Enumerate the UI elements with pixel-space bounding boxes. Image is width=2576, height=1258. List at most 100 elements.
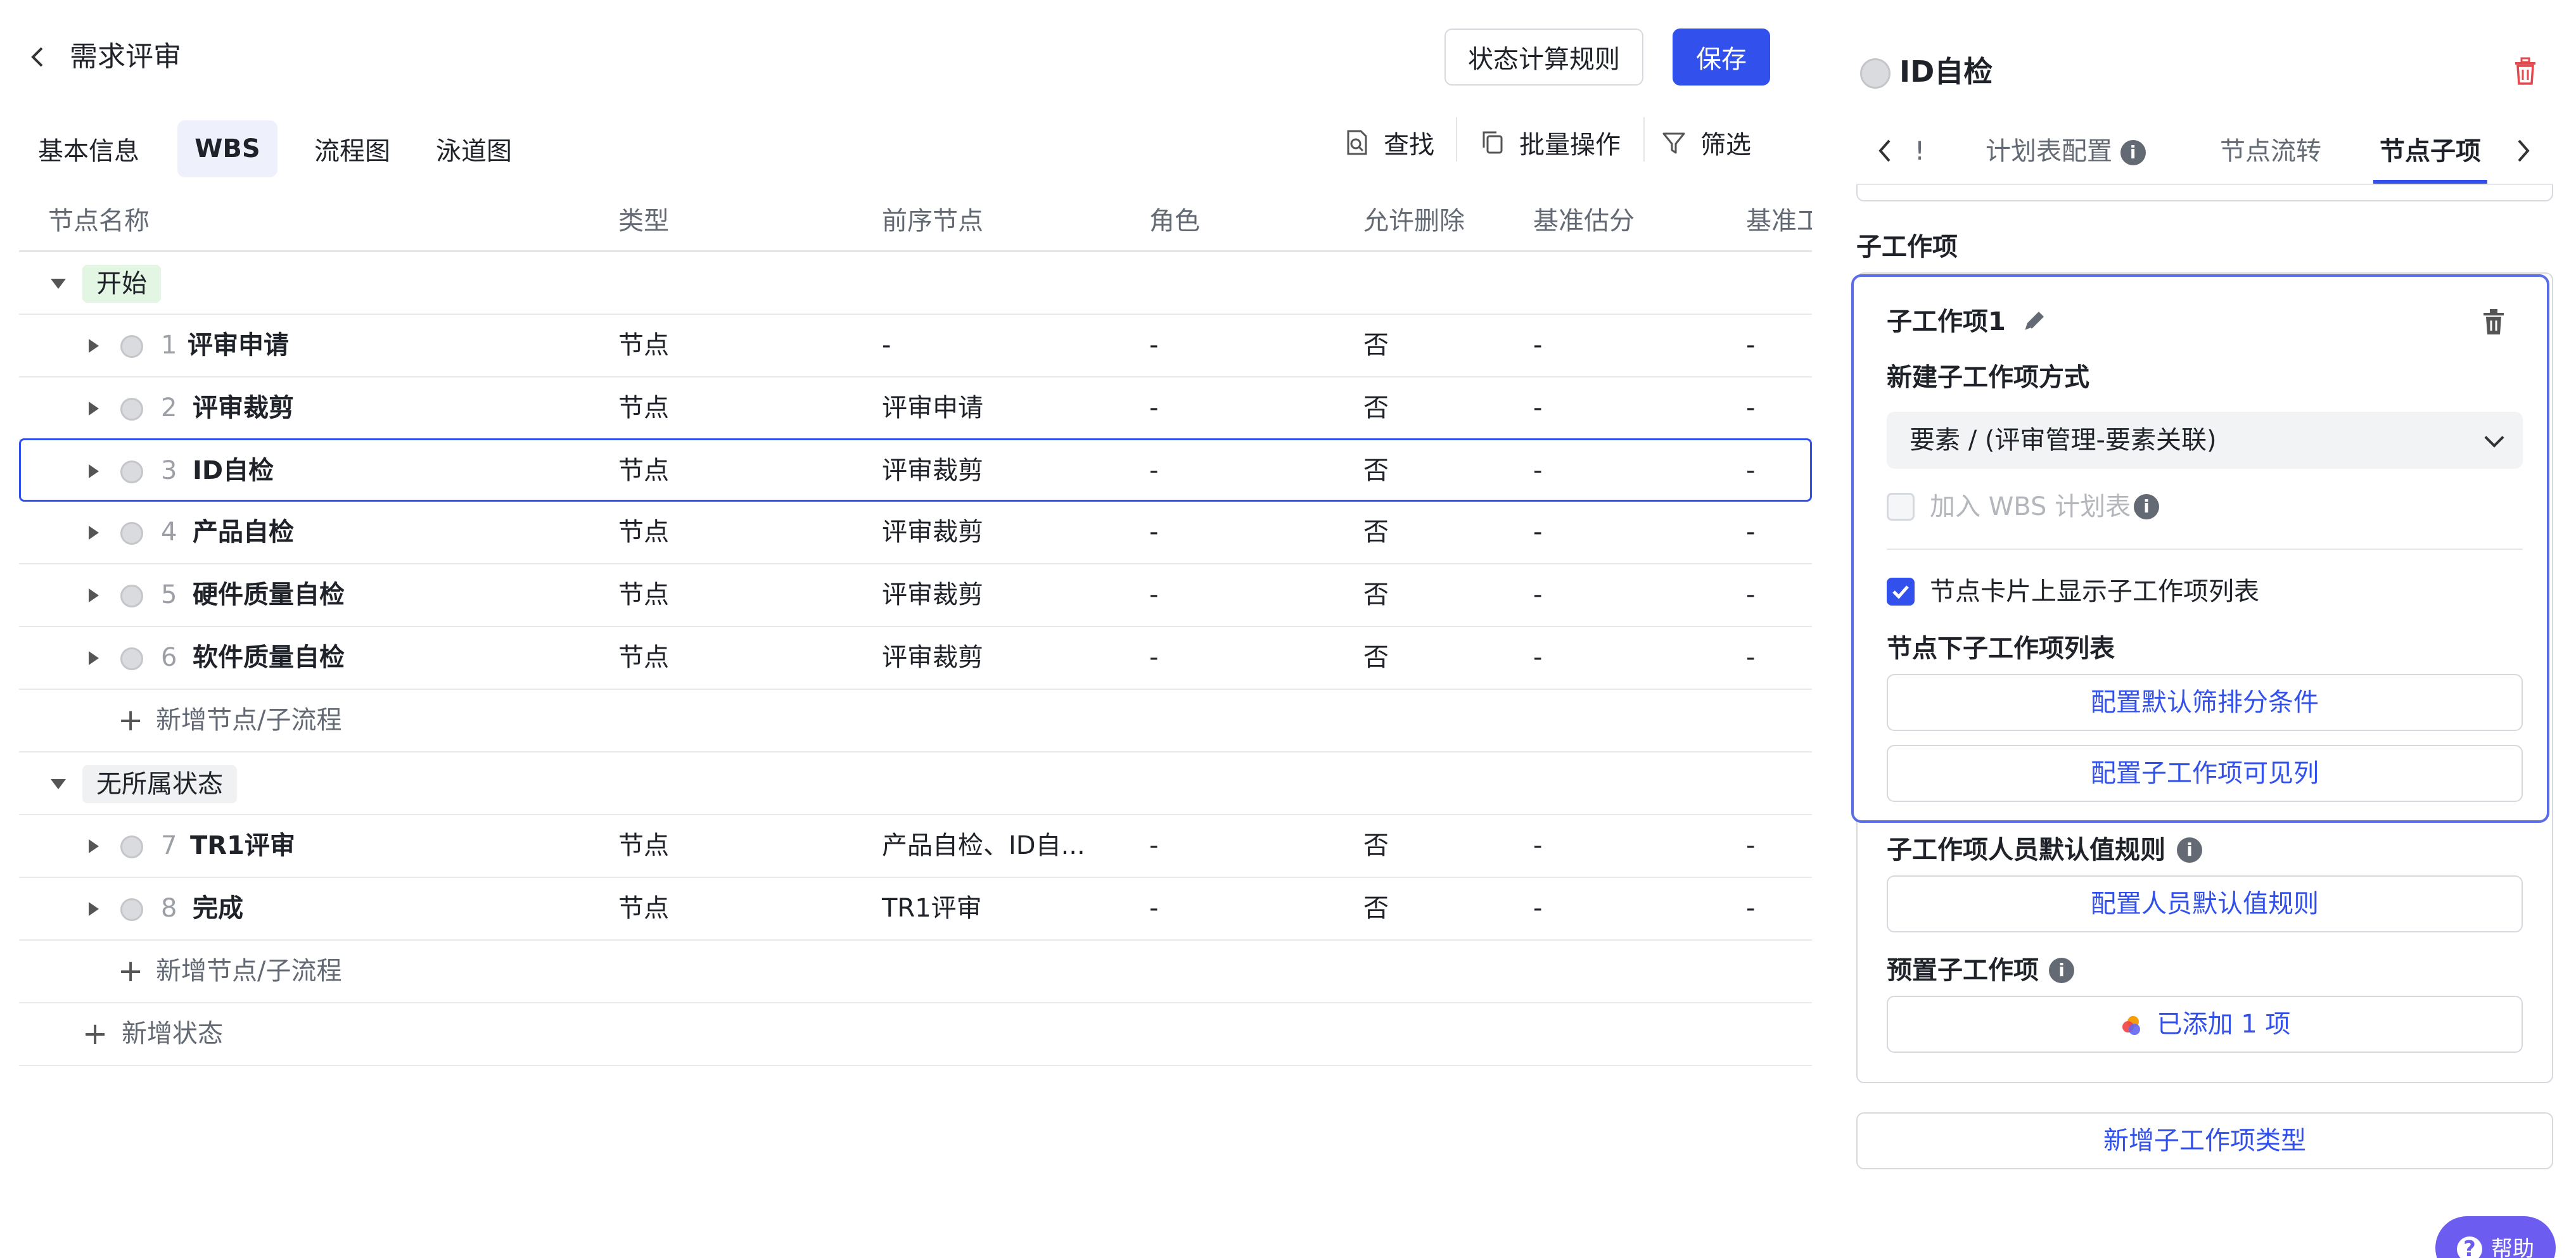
preset-value: 已添加 1 项: [2157, 1010, 2291, 1039]
page-title: 需求评审: [70, 41, 181, 73]
table-row[interactable]: 7 TR1评审 节点 产品自检、ID自... - 否 - -: [19, 815, 1812, 878]
save-button[interactable]: 保存: [1673, 29, 1770, 86]
back-icon[interactable]: [25, 44, 51, 70]
expand-icon[interactable]: [89, 339, 99, 353]
add-node-label[interactable]: 新增节点/子流程: [156, 941, 341, 1002]
cell-deletable: 否: [1363, 643, 1389, 672]
tab-label: 计划表配置: [1986, 137, 2112, 166]
group-row-unassigned[interactable]: 无所属状态: [19, 753, 1812, 815]
node-name[interactable]: 产品自检: [193, 502, 294, 563]
batch-button[interactable]: 批量操作: [1480, 120, 1621, 165]
status-dot-icon: [120, 647, 143, 670]
show-list-label: 节点卡片上显示子工作项列表: [1930, 577, 2259, 606]
filter-icon: [1662, 132, 1685, 154]
expand-icon[interactable]: [89, 526, 99, 540]
column-header[interactable]: 允许删除: [1363, 190, 1465, 252]
expand-icon[interactable]: [89, 651, 99, 665]
node-name[interactable]: 硬件质量自检: [193, 564, 345, 626]
divider: [1887, 549, 2523, 550]
expand-icon[interactable]: [89, 402, 99, 416]
column-header[interactable]: 角色: [1149, 190, 1200, 252]
cell-deletable: 否: [1363, 456, 1389, 485]
table-row[interactable]: 2 评审裁剪 节点 评审申请 - 否 - -: [19, 378, 1812, 440]
edit-icon[interactable]: [2021, 308, 2048, 337]
colorful-icon: [2122, 1016, 2140, 1035]
tab-node-subitems[interactable]: 节点子项: [2380, 129, 2481, 174]
row-number: 5: [161, 580, 177, 609]
config-people-button[interactable]: 配置人员默认值规则: [1887, 875, 2523, 932]
cell-type: 节点: [618, 831, 669, 860]
cell-role: -: [1149, 393, 1159, 423]
cell-deletable: 否: [1363, 580, 1389, 609]
node-name[interactable]: 软件质量自检: [193, 627, 345, 689]
expand-icon[interactable]: [89, 588, 99, 602]
row-number: 7: [161, 831, 177, 860]
column-header[interactable]: 基准估分: [1533, 190, 1635, 252]
status-rule-button[interactable]: 状态计算规则: [1444, 29, 1643, 86]
collapse-icon[interactable]: [51, 279, 66, 289]
node-name[interactable]: 评审申请: [188, 315, 289, 376]
delete-icon[interactable]: [2513, 57, 2538, 87]
cell-estimate: -: [1533, 580, 1543, 609]
group-row-start[interactable]: 开始: [19, 252, 1812, 315]
tab-wbs[interactable]: WBS: [177, 120, 277, 177]
table-row[interactable]: 5 硬件质量自检 节点 评审裁剪 - 否 - -: [19, 564, 1812, 627]
tabs-prev-icon[interactable]: [1874, 137, 1896, 167]
table-row[interactable]: 8 完成 节点 TR1评审 - 否 - -: [19, 878, 1812, 941]
tab-node-flow[interactable]: 节点流转: [2220, 129, 2321, 174]
table-row[interactable]: 6 软件质量自检 节点 评审裁剪 - 否 - -: [19, 627, 1812, 690]
find-button[interactable]: 查找: [1344, 120, 1434, 165]
cell-deletable: 否: [1363, 831, 1389, 860]
cell-base: -: [1746, 894, 1756, 923]
collapse-icon[interactable]: [51, 779, 66, 789]
cell-prev: 评审裁剪: [882, 580, 983, 609]
node-name[interactable]: 评审裁剪: [193, 378, 294, 439]
tabs-next-icon[interactable]: [2513, 137, 2534, 167]
tab-plan-config[interactable]: 计划表配置 i: [1986, 129, 2146, 174]
cell-type: 节点: [618, 393, 669, 423]
show-list-checkbox[interactable]: [1887, 578, 1915, 606]
expand-icon[interactable]: [89, 464, 99, 478]
column-header[interactable]: 节点名称: [48, 190, 150, 252]
cell-type: 节点: [618, 331, 669, 360]
cell-base: -: [1746, 580, 1756, 609]
delete-subitem-icon[interactable]: [2481, 308, 2506, 338]
preset-label: 预置子工作项: [1887, 956, 2039, 985]
tab-partial[interactable]: !: [1915, 129, 1925, 174]
config-columns-button[interactable]: 配置子工作项可见列: [1887, 745, 2523, 802]
table-row[interactable]: 1 评审申请 节点 - - 否 - -: [19, 315, 1812, 378]
row-number: 3: [161, 456, 177, 485]
column-header[interactable]: 前序节点: [882, 190, 983, 252]
help-button[interactable]: ? 帮助: [2435, 1216, 2556, 1258]
column-header[interactable]: 基准工: [1746, 190, 1812, 252]
status-dot-icon: [120, 461, 143, 483]
tab-basic-info[interactable]: 基本信息: [25, 120, 152, 177]
add-node-label[interactable]: 新增节点/子流程: [156, 690, 341, 751]
add-subitem-type-button[interactable]: 新增子工作项类型: [1856, 1112, 2553, 1169]
cell-base: -: [1746, 331, 1756, 360]
expand-icon[interactable]: [89, 839, 99, 853]
node-name[interactable]: TR1评审: [190, 815, 295, 877]
node-name[interactable]: 完成: [193, 878, 243, 939]
info-icon: i: [2177, 837, 2202, 863]
active-tab-indicator: [2373, 180, 2487, 184]
node-name[interactable]: ID自检: [193, 440, 274, 502]
filter-button[interactable]: 筛选: [1661, 120, 1751, 165]
help-label: 帮助: [2491, 1236, 2534, 1258]
config-filter-button[interactable]: 配置默认筛排分条件: [1887, 674, 2523, 731]
tab-swimlane[interactable]: 泳道图: [423, 120, 525, 177]
table-row-selected[interactable]: 3 ID自检 节点 评审裁剪 - 否 - -: [19, 438, 1812, 502]
create-mode-select[interactable]: 要素 / (评审管理-要素关联): [1887, 412, 2523, 469]
add-node-row[interactable]: + 新增节点/子流程: [19, 941, 1812, 1003]
add-state-label[interactable]: 新增状态: [122, 1003, 223, 1065]
expand-icon[interactable]: [89, 902, 99, 916]
add-node-row[interactable]: + 新增节点/子流程: [19, 690, 1812, 753]
plus-icon: +: [118, 702, 144, 738]
add-wbs-checkbox[interactable]: [1887, 493, 1915, 521]
cell-prev: -: [882, 331, 891, 360]
column-header[interactable]: 类型: [618, 190, 669, 252]
add-state-row[interactable]: + 新增状态: [19, 1003, 1812, 1066]
preset-button[interactable]: 已添加 1 项: [1887, 996, 2523, 1053]
table-row[interactable]: 4 产品自检 节点 评审裁剪 - 否 - -: [19, 502, 1812, 564]
tab-flowchart[interactable]: 流程图: [302, 120, 403, 177]
